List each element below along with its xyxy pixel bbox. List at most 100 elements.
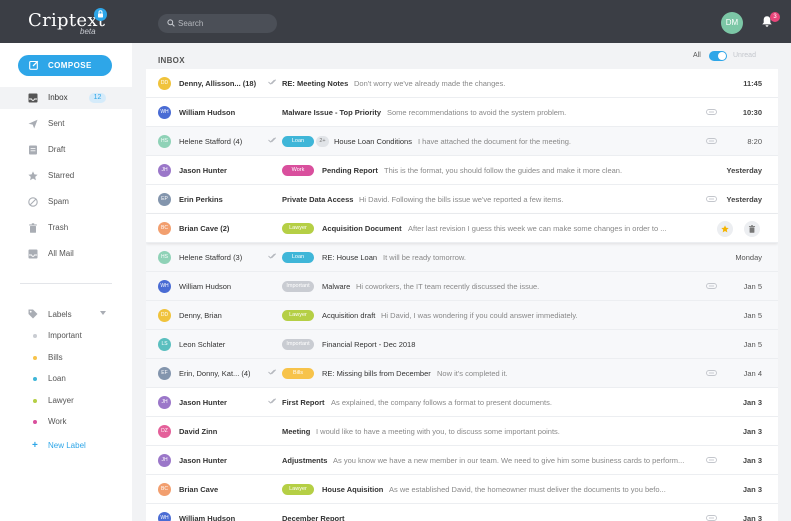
inbox-icon [28, 93, 38, 103]
compose-button[interactable]: COMPOSE [18, 55, 112, 76]
email-time: Jan 5 [743, 340, 762, 349]
email-row[interactable]: JH Jason Hunter Work Pending Report This is … [146, 156, 778, 185]
attachment-icon [706, 196, 717, 202]
delete-button[interactable] [744, 221, 760, 237]
sidebar-item-draft[interactable]: Draft [0, 139, 132, 161]
email-subject: Private Data Access [282, 195, 354, 204]
email-time: 8:20 [747, 137, 762, 146]
sidebar-item-spam[interactable]: Spam [0, 191, 132, 213]
sender-avatar: JH [158, 454, 171, 467]
email-preview: As we established David, the homeowner m… [389, 485, 666, 494]
email-time: Jan 3 [742, 427, 762, 436]
attachment-icon [706, 109, 717, 115]
label-chip[interactable]: Lawyer [282, 484, 314, 495]
email-subject: December Report [282, 514, 345, 521]
email-time: 11:45 [743, 79, 762, 88]
user-avatar[interactable]: DM [721, 12, 743, 34]
sender-avatar: BC [158, 222, 171, 235]
sender-avatar: DZ [158, 425, 171, 438]
attachment-icon [706, 515, 717, 521]
email-subject: First Report [282, 398, 325, 407]
search-bar[interactable] [158, 14, 277, 33]
email-row[interactable]: EP Erin Perkins Private Data Access Hi Davi… [146, 185, 778, 214]
sender-avatar: WH [158, 280, 171, 293]
sender-avatar: DD [158, 77, 171, 90]
new-label-button[interactable]: + New Label [0, 439, 132, 453]
sidebar-item-sent[interactable]: Sent [0, 113, 132, 135]
sidebar-divider [20, 283, 112, 284]
compose-label: COMPOSE [48, 61, 92, 70]
label-chip[interactable]: Lawyer [282, 310, 314, 321]
email-row[interactable]: EF Erin, Donny, Kat... (4) Bills RE: Missin… [146, 359, 778, 388]
label-chip[interactable]: Bills [282, 368, 314, 379]
sender-avatar: HS [158, 135, 171, 148]
email-row[interactable]: BC Brian Cave (2) Lawyer Acquisition Docume… [146, 214, 778, 243]
unread-filter-toggle[interactable] [709, 51, 727, 61]
sender-avatar: BC [158, 483, 171, 496]
label-item-work[interactable]: Work [0, 415, 132, 429]
label-chip[interactable]: Loan [282, 252, 314, 263]
email-row[interactable]: HS Helene Stafford (4) Loan 2+ House Loan Co… [146, 127, 778, 156]
label-name: Bills [48, 352, 63, 362]
label-chip[interactable]: Loan [282, 136, 314, 147]
email-subject: RE: Meeting Notes [282, 79, 349, 88]
sidebar-item-starred[interactable]: Starred [0, 165, 132, 187]
email-subject: RE: House Loan [322, 253, 378, 262]
label-chip[interactable]: Important [282, 281, 314, 292]
email-subject: House Aquisition [322, 485, 384, 494]
sender-name: William Hudson [179, 282, 232, 291]
sidebar-item-trash[interactable]: Trash [0, 217, 132, 239]
filter-unread-label[interactable]: Unread [733, 52, 756, 59]
send-icon [28, 119, 38, 129]
email-time: Jan 3 [742, 456, 762, 465]
label-chip[interactable]: Work [282, 165, 314, 176]
trash-icon [748, 225, 756, 233]
sender-name: Helene Stafford (4) [179, 137, 243, 146]
email-row[interactable]: JH Jason Hunter Adjustments As you know we … [146, 446, 778, 475]
email-preview: As you know we have a new member in our … [333, 456, 685, 465]
email-subject: Pending Report [322, 166, 378, 175]
email-subject: RE: Missing bills from December [322, 369, 431, 378]
label-item-loan[interactable]: Loan [0, 372, 132, 386]
email-row[interactable]: DD Denny, Brian Lawyer Acquisition draft Hi … [146, 301, 778, 330]
email-row[interactable]: HS Helene Stafford (3) Loan RE: House Loan I… [146, 243, 778, 272]
sender-name: Jason Hunter [179, 166, 227, 175]
email-row[interactable]: WH William Hudson Malware Issue - Top Prio… [146, 98, 778, 127]
email-preview: It will be ready tomorrow. [383, 253, 466, 262]
email-time: Jan 3 [742, 514, 762, 521]
sidebar-item-label: Inbox [48, 93, 68, 102]
label-chip[interactable]: Important [282, 339, 314, 350]
label-item-lawyer[interactable]: Lawyer [0, 394, 132, 408]
label-chip[interactable]: Lawyer [282, 223, 314, 234]
email-row[interactable]: LS Leon Schlater Important Financial Report… [146, 330, 778, 359]
email-row[interactable]: JH Jason Hunter First Report As explained, … [146, 388, 778, 417]
sidebar-item-label: Draft [48, 145, 66, 154]
label-item-important[interactable]: Important [0, 329, 132, 343]
star-icon [28, 171, 38, 181]
email-subject: Malware Issue - Top Priority [282, 108, 382, 117]
sender-name: Denny, Brian [179, 311, 222, 320]
sidebar-item-all-mail[interactable]: All Mail [0, 243, 132, 265]
attachment-icon [706, 370, 717, 376]
sidebar-item-inbox[interactable]: Inbox 12 [0, 87, 132, 109]
sender-name: William Hudson [179, 108, 236, 117]
email-row[interactable]: DZ David Zinn Meeting I would like to have … [146, 417, 778, 446]
labels-header[interactable]: Labels [0, 306, 132, 322]
email-time: Yesterday [726, 166, 762, 175]
star-button[interactable] [717, 221, 733, 237]
email-row[interactable]: DD Denny, Allisson... (18) RE: Meeting Not… [146, 69, 778, 98]
filter-all-label[interactable]: All [693, 52, 701, 59]
email-row[interactable]: BC Brian Cave Lawyer House Aquisition As we … [146, 475, 778, 504]
email-subject: Meeting [282, 427, 311, 436]
label-name: Important [48, 331, 82, 340]
email-time: Jan 3 [742, 485, 762, 494]
search-input[interactable] [178, 16, 273, 31]
email-row[interactable]: WH William Hudson Important Malware Hi cowor… [146, 272, 778, 301]
label-color-dot [33, 420, 37, 424]
label-name: Work [48, 417, 67, 426]
search-icon [167, 19, 175, 27]
email-row[interactable]: WH William Hudson December Report Jan 3 [146, 504, 778, 521]
email-preview: Some recommendations to avoid the system… [387, 108, 567, 117]
label-item-bills[interactable]: Bills [0, 351, 132, 365]
draft-icon [29, 145, 37, 155]
